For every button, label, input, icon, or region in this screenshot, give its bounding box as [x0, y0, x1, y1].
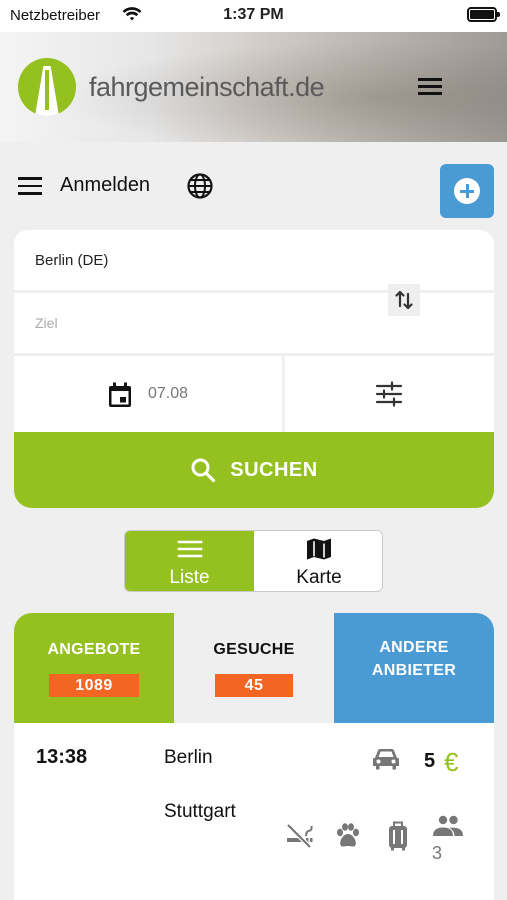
search-button-label: SUCHEN [230, 458, 318, 481]
search-icon [191, 458, 216, 483]
date-value: 07.08 [148, 385, 189, 402]
filter-button[interactable] [285, 356, 494, 432]
origin-field[interactable]: Berlin (DE) [14, 230, 494, 290]
tab-requests-label: GESUCHE [213, 641, 295, 658]
tab-other-line1: ANDERE [379, 639, 449, 656]
view-toggle: Liste Karte [124, 530, 383, 592]
map-view-label: Karte [296, 567, 342, 588]
currency-symbol: € [444, 747, 459, 777]
brand-name[interactable]: fahrgemeinschaft.de [89, 72, 325, 103]
ride-list-item[interactable]: 13:38 Berlin Stuttgart 5 € 3 [14, 723, 494, 900]
road-logo-icon[interactable] [18, 58, 76, 116]
map-view-button[interactable]: Karte [255, 531, 382, 591]
hamburger-menu-icon[interactable] [418, 78, 442, 96]
search-form: Berlin (DE) Ziel 07.08 SUCHEN [14, 230, 494, 508]
calendar-icon [109, 382, 131, 407]
tab-other-line2: ANBIETER [371, 662, 457, 679]
list-view-button[interactable]: Liste [125, 531, 254, 591]
requests-count-badge: 45 [215, 674, 293, 697]
ride-price: 5 [424, 750, 436, 772]
destination-placeholder: Ziel [35, 315, 58, 331]
ride-departure-time: 13:38 [36, 746, 88, 768]
destination-field[interactable]: Ziel [14, 293, 494, 353]
paw-icon [337, 823, 359, 847]
tab-other-providers-label: ANDERE ANBIETER [334, 636, 494, 682]
luggage-icon [389, 821, 407, 851]
login-link[interactable]: Anmelden [60, 174, 150, 197]
date-picker[interactable]: 07.08 [14, 356, 282, 432]
origin-value: Berlin (DE) [35, 252, 109, 269]
people-icon [433, 815, 463, 836]
plus-circle-icon [454, 178, 480, 204]
list-icon [177, 540, 202, 558]
header-banner: fahrgemeinschaft.de [0, 32, 507, 142]
tab-offers-label: ANGEBOTE [47, 641, 141, 658]
map-icon [307, 538, 331, 560]
search-button[interactable]: SUCHEN [14, 432, 494, 508]
offers-count-badge: 1089 [49, 674, 139, 697]
car-icon [373, 749, 399, 770]
list-view-label: Liste [169, 567, 210, 588]
status-bar: Netzbetreiber 1:37 PM [0, 0, 507, 32]
no-smoking-icon [286, 823, 313, 849]
ride-origin: Berlin [164, 747, 213, 768]
ride-destination: Stuttgart [164, 801, 236, 822]
hamburger-menu-icon[interactable] [18, 177, 42, 195]
available-seats: 3 [432, 843, 443, 863]
add-ride-button[interactable] [440, 164, 494, 218]
tab-offers[interactable]: ANGEBOTE 1089 [14, 613, 174, 723]
clock: 1:37 PM [223, 6, 284, 23]
tab-requests[interactable]: GESUCHE 45 [174, 613, 334, 723]
swap-vertical-icon[interactable] [388, 284, 420, 316]
sliders-icon [375, 381, 403, 407]
globe-icon[interactable] [186, 172, 214, 200]
tab-other-providers[interactable]: ANDERE ANBIETER [334, 613, 494, 723]
battery-icon [467, 7, 500, 22]
